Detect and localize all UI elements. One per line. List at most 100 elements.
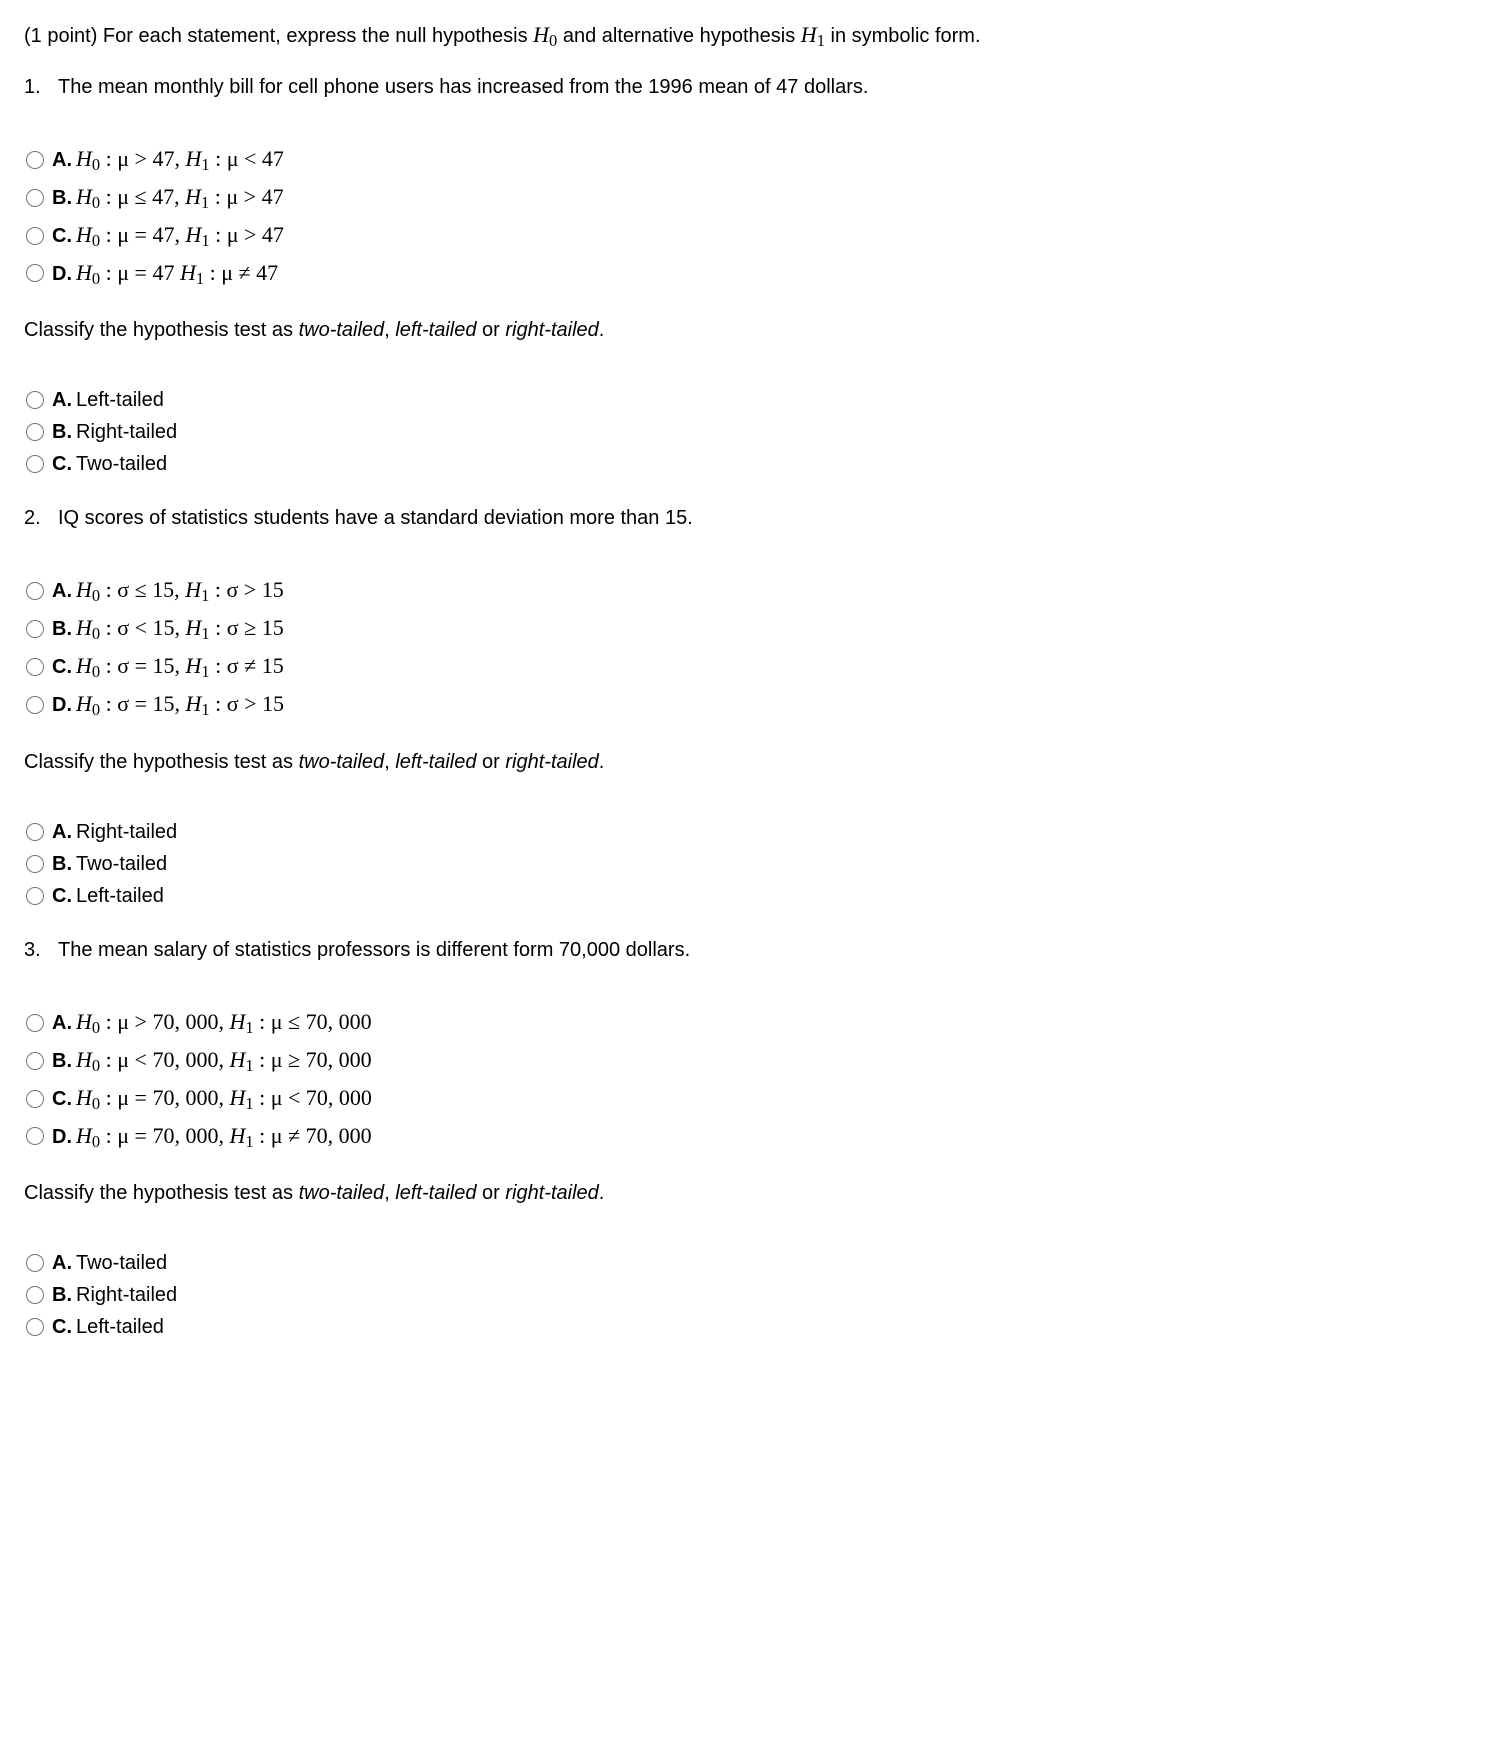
option-letter: C. — [52, 1316, 72, 1338]
radio-q1-tail-b[interactable] — [26, 423, 44, 441]
question-text: IQ scores of statistics students have a … — [58, 503, 693, 533]
option-letter: C. — [52, 225, 72, 247]
question-text: The mean salary of statistics professors… — [58, 935, 690, 965]
option-text: Left-tailed — [76, 885, 164, 907]
q3-option-d[interactable]: D.H0 : μ = 70, 000, H1 : μ ≠ 70, 000 — [24, 1119, 1463, 1155]
radio-q3-a[interactable] — [26, 1014, 44, 1032]
option-text: Two-tailed — [76, 453, 167, 475]
option-text: Right-tailed — [76, 1284, 177, 1306]
radio-q1-tail-a[interactable] — [26, 391, 44, 409]
q3-tail-b[interactable]: B.Right-tailed — [24, 1280, 1463, 1310]
q3-classify-prompt: Classify the hypothesis test as two-tail… — [24, 1178, 1463, 1208]
option-math: H0 : μ < 70, 000, H1 : μ ≥ 70, 000 — [76, 1047, 372, 1072]
option-math: H0 : μ = 70, 000, H1 : μ ≠ 70, 000 — [76, 1123, 372, 1148]
q2-tail-a[interactable]: A.Right-tailed — [24, 817, 1463, 847]
question-number: 3. — [24, 935, 58, 965]
option-math: H0 : μ ≤ 47, H1 : μ > 47 — [76, 184, 284, 209]
radio-q2-a[interactable] — [26, 582, 44, 600]
q1-tail-a[interactable]: A.Left-tailed — [24, 385, 1463, 415]
intro-tail: in symbolic form. — [825, 25, 981, 47]
radio-q2-b[interactable] — [26, 620, 44, 638]
question-2: 2. IQ scores of statistics students have… — [24, 503, 1463, 533]
option-math: H0 : σ ≤ 15, H1 : σ > 15 — [76, 577, 284, 602]
option-letter: A. — [52, 821, 72, 843]
option-math: H0 : σ = 15, H1 : σ > 15 — [76, 691, 284, 716]
question-3: 3. The mean salary of statistics profess… — [24, 935, 1463, 965]
radio-q3-tail-a[interactable] — [26, 1254, 44, 1272]
radio-q2-c[interactable] — [26, 658, 44, 676]
q3-tail-choices: A.Two-tailed B.Right-tailed C.Left-taile… — [24, 1248, 1463, 1342]
option-letter: A. — [52, 580, 72, 602]
question-1: 1. The mean monthly bill for cell phone … — [24, 72, 1463, 102]
option-math: H0 : μ = 70, 000, H1 : μ < 70, 000 — [76, 1085, 372, 1110]
radio-q3-c[interactable] — [26, 1090, 44, 1108]
radio-q3-tail-c[interactable] — [26, 1318, 44, 1336]
option-letter: B. — [52, 187, 72, 209]
q1-tail-choices: A.Left-tailed B.Right-tailed C.Two-taile… — [24, 385, 1463, 479]
option-text: Left-tailed — [76, 1316, 164, 1338]
option-letter: A. — [52, 389, 72, 411]
option-letter: B. — [52, 853, 72, 875]
option-letter: B. — [52, 1050, 72, 1072]
radio-q1-tail-c[interactable] — [26, 455, 44, 473]
option-letter: C. — [52, 1088, 72, 1110]
q1-tail-b[interactable]: B.Right-tailed — [24, 417, 1463, 447]
q3-hypothesis-choices: A.H0 : μ > 70, 000, H1 : μ ≤ 70, 000 B.H… — [24, 1005, 1463, 1155]
radio-q2-d[interactable] — [26, 696, 44, 714]
radio-q1-b[interactable] — [26, 189, 44, 207]
intro-mid: and alternative hypothesis — [557, 25, 801, 47]
q3-tail-c[interactable]: C.Left-tailed — [24, 1312, 1463, 1342]
q1-option-b[interactable]: B.H0 : μ ≤ 47, H1 : μ > 47 — [24, 180, 1463, 216]
q1-option-a[interactable]: A.H0 : μ > 47, H1 : μ < 47 — [24, 142, 1463, 178]
option-math: H0 : σ < 15, H1 : σ ≥ 15 — [76, 615, 284, 640]
q2-tail-choices: A.Right-tailed B.Two-tailed C.Left-taile… — [24, 817, 1463, 911]
option-math: H0 : σ = 15, H1 : σ ≠ 15 — [76, 653, 284, 678]
q3-option-c[interactable]: C.H0 : μ = 70, 000, H1 : μ < 70, 000 — [24, 1081, 1463, 1117]
option-text: Right-tailed — [76, 821, 177, 843]
q3-option-a[interactable]: A.H0 : μ > 70, 000, H1 : μ ≤ 70, 000 — [24, 1005, 1463, 1041]
q1-hypothesis-choices: A.H0 : μ > 47, H1 : μ < 47 B.H0 : μ ≤ 47… — [24, 142, 1463, 292]
option-letter: D. — [52, 263, 72, 285]
intro-lead: (1 point) For each statement, express th… — [24, 25, 533, 47]
q2-option-c[interactable]: C.H0 : σ = 15, H1 : σ ≠ 15 — [24, 649, 1463, 685]
option-math: H0 : μ = 47, H1 : μ > 47 — [76, 222, 284, 247]
question-number: 1. — [24, 72, 58, 102]
q2-option-b[interactable]: B.H0 : σ < 15, H1 : σ ≥ 15 — [24, 611, 1463, 647]
option-letter: A. — [52, 1012, 72, 1034]
q2-tail-b[interactable]: B.Two-tailed — [24, 849, 1463, 879]
option-letter: D. — [52, 1126, 72, 1148]
option-letter: A. — [52, 1252, 72, 1274]
radio-q3-tail-b[interactable] — [26, 1286, 44, 1304]
q2-option-d[interactable]: D.H0 : σ = 15, H1 : σ > 15 — [24, 687, 1463, 723]
q1-option-d[interactable]: D.H0 : μ = 47 H1 : μ ≠ 47 — [24, 256, 1463, 292]
q3-option-b[interactable]: B.H0 : μ < 70, 000, H1 : μ ≥ 70, 000 — [24, 1043, 1463, 1079]
radio-q2-tail-c[interactable] — [26, 887, 44, 905]
option-text: Two-tailed — [76, 1252, 167, 1274]
option-text: Two-tailed — [76, 853, 167, 875]
q2-hypothesis-choices: A.H0 : σ ≤ 15, H1 : σ > 15 B.H0 : σ < 15… — [24, 573, 1463, 723]
q2-classify-prompt: Classify the hypothesis test as two-tail… — [24, 747, 1463, 777]
option-letter: D. — [52, 694, 72, 716]
radio-q2-tail-b[interactable] — [26, 855, 44, 873]
question-text: The mean monthly bill for cell phone use… — [58, 72, 868, 102]
radio-q2-tail-a[interactable] — [26, 823, 44, 841]
option-text: Right-tailed — [76, 421, 177, 443]
radio-q1-c[interactable] — [26, 227, 44, 245]
radio-q1-d[interactable] — [26, 264, 44, 282]
question-number: 2. — [24, 503, 58, 533]
option-text: Left-tailed — [76, 389, 164, 411]
radio-q3-d[interactable] — [26, 1127, 44, 1145]
q1-option-c[interactable]: C.H0 : μ = 47, H1 : μ > 47 — [24, 218, 1463, 254]
option-letter: B. — [52, 618, 72, 640]
option-math: H0 : μ > 70, 000, H1 : μ ≤ 70, 000 — [76, 1009, 372, 1034]
q1-tail-c[interactable]: C.Two-tailed — [24, 449, 1463, 479]
q2-tail-c[interactable]: C.Left-tailed — [24, 881, 1463, 911]
option-letter: C. — [52, 885, 72, 907]
option-math: H0 : μ > 47, H1 : μ < 47 — [76, 146, 284, 171]
problem-intro: (1 point) For each statement, express th… — [24, 18, 1463, 54]
q3-tail-a[interactable]: A.Two-tailed — [24, 1248, 1463, 1278]
q2-option-a[interactable]: A.H0 : σ ≤ 15, H1 : σ > 15 — [24, 573, 1463, 609]
radio-q1-a[interactable] — [26, 151, 44, 169]
radio-q3-b[interactable] — [26, 1052, 44, 1070]
option-letter: B. — [52, 1284, 72, 1306]
